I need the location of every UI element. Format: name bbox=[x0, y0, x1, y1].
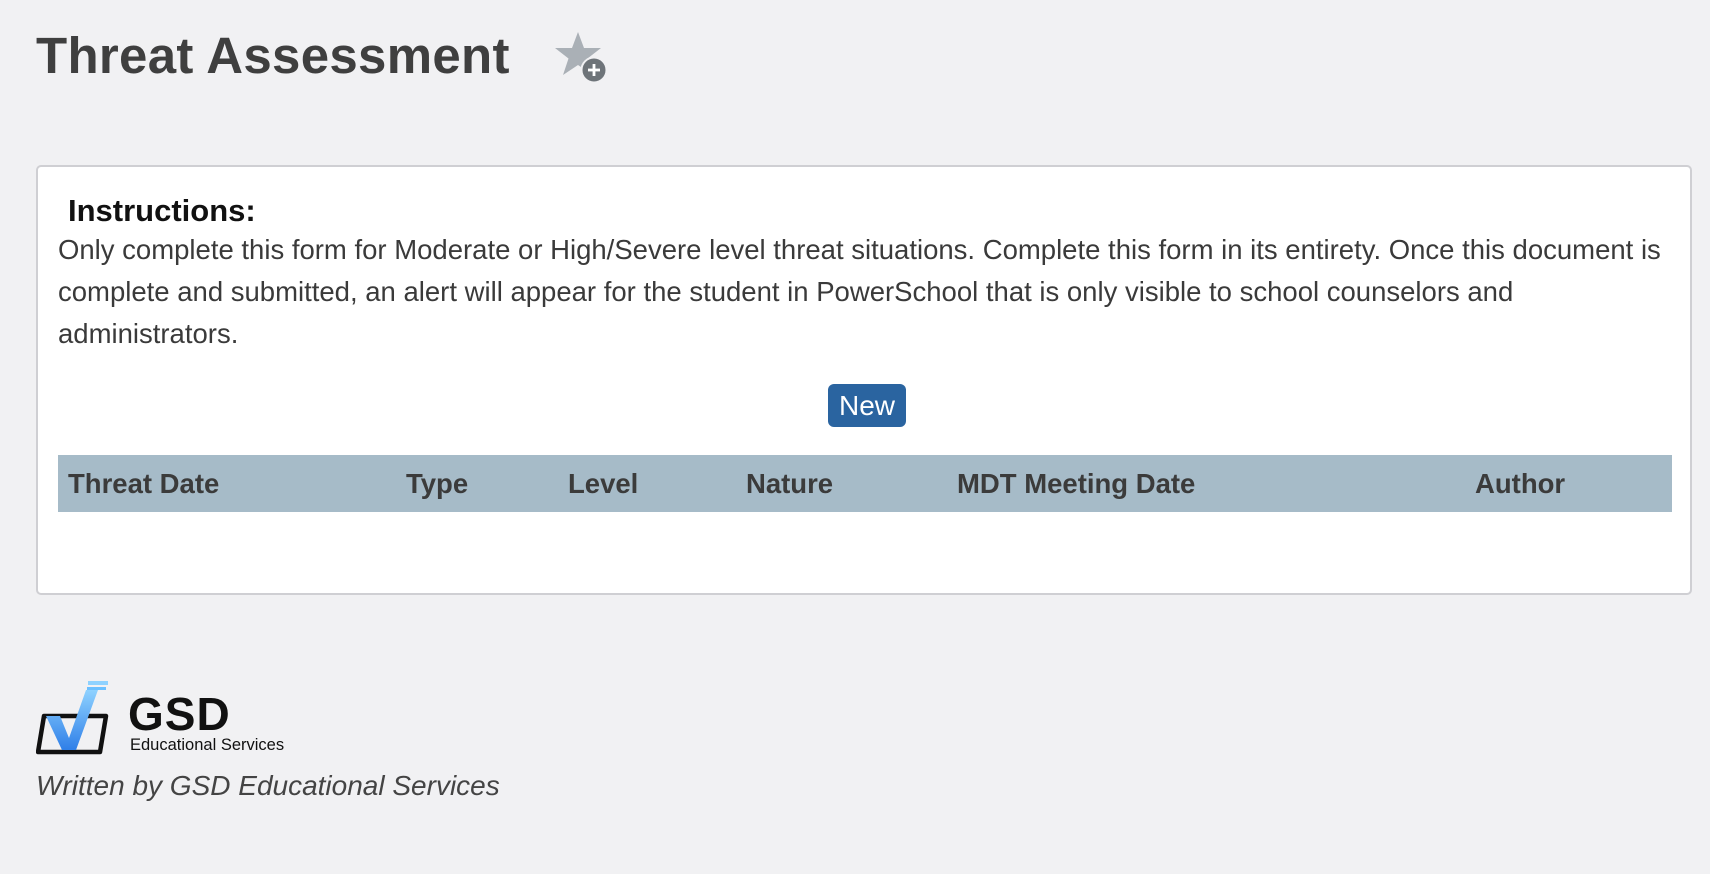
column-header-type[interactable]: Type bbox=[396, 455, 558, 512]
column-header-nature[interactable]: Nature bbox=[736, 455, 947, 512]
star-add-icon bbox=[555, 32, 608, 84]
table-header-row: Threat Date Type Level Nature MDT Meetin… bbox=[58, 455, 1672, 512]
page-title: Threat Assessment bbox=[36, 27, 510, 84]
column-header-level[interactable]: Level bbox=[558, 455, 736, 512]
threat-table: Threat Date Type Level Nature MDT Meetin… bbox=[58, 455, 1672, 512]
instructions-text: Only complete this form for Moderate or … bbox=[58, 234, 1661, 349]
column-header-author[interactable]: Author bbox=[1465, 455, 1672, 512]
gsd-checkmark-icon bbox=[36, 681, 109, 755]
column-header-mdt-meeting-date[interactable]: MDT Meeting Date bbox=[947, 455, 1465, 512]
footer: GSD Educational Services Written by GSD … bbox=[36, 676, 500, 802]
logo-wordmark: GSD Educational Services bbox=[128, 688, 285, 756]
new-button[interactable]: New bbox=[828, 384, 907, 427]
gsd-logo: GSD Educational Services bbox=[36, 676, 500, 756]
title-row: Threat Assessment bbox=[36, 30, 510, 81]
page: Threat Assessment Instructions: Only com… bbox=[0, 0, 1710, 874]
written-by-text: Written by GSD Educational Services bbox=[36, 770, 500, 801]
add-favorite-button[interactable] bbox=[554, 30, 612, 88]
logo-main-text: GSD bbox=[128, 688, 231, 740]
threat-assessment-panel: Instructions: Only complete this form fo… bbox=[36, 165, 1692, 595]
logo-sub-text: Educational Services bbox=[130, 736, 285, 754]
column-header-threat-date[interactable]: Threat Date bbox=[58, 455, 396, 512]
instructions-heading: Instructions: bbox=[68, 193, 256, 228]
